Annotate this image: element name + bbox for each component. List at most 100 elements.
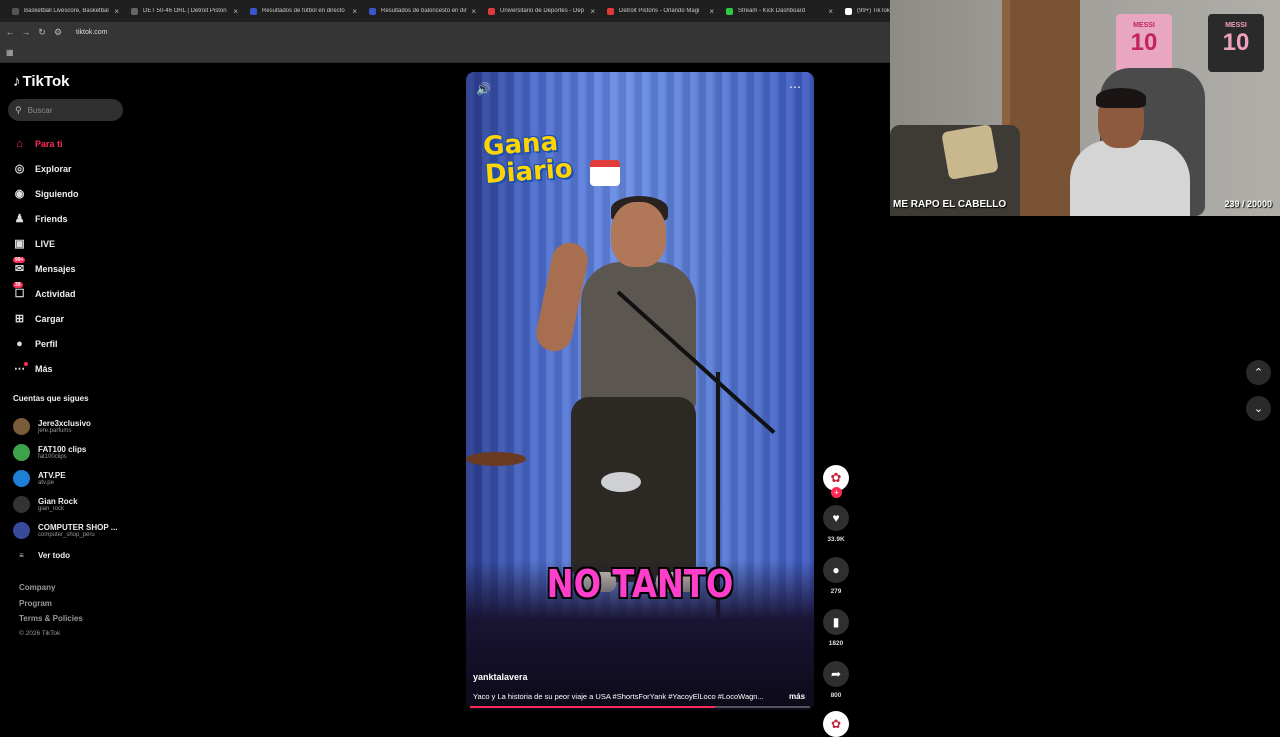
comment-count: 279 (830, 588, 842, 595)
nav-item[interactable]: ⌂ Para ti (12, 131, 127, 156)
tab-close-icon[interactable]: × (233, 7, 238, 16)
live-icon: ▣ (14, 238, 25, 250)
following-title: Cuentas que sigues (13, 394, 89, 403)
creator-avatar-icon: ✿ (830, 470, 842, 485)
nav-item[interactable]: ● Perfil (12, 331, 127, 356)
nav-item[interactable]: ☐ Actividad 39 (12, 281, 127, 306)
more-options-icon[interactable]: ⋯ (789, 80, 802, 94)
following-account[interactable]: ATV.PE atv.pe (13, 465, 128, 491)
creator-avatar[interactable]: ✿ + (823, 465, 849, 498)
volume-icon[interactable]: 🔊 (476, 82, 491, 96)
jersey-black: MESSI 10 (1208, 14, 1264, 72)
browser-tab[interactable]: Resultados de baloncesto en dir × (363, 1, 482, 21)
tab-close-icon[interactable]: × (709, 7, 714, 16)
apps-grid-icon[interactable]: ▦ (6, 48, 14, 57)
footer-link-program[interactable]: Program (19, 599, 83, 615)
chevron-up-icon: ⌃ (1253, 367, 1264, 379)
comment-icon[interactable]: ● (823, 557, 849, 583)
tab-close-icon[interactable]: × (828, 7, 833, 16)
footer-link-company[interactable]: Company (19, 583, 83, 599)
tab-close-icon[interactable]: × (352, 7, 357, 16)
browser-tab[interactable]: Stream - Kick Dashboard × (720, 1, 839, 21)
nav-item[interactable]: ✉ Mensajes 99+ (12, 256, 127, 281)
more-description-button[interactable]: más (789, 692, 805, 701)
browser-tab[interactable]: Basketball Livescore, Basketbal × (6, 1, 125, 21)
tab-title: Resultados de fútbol en directo (262, 8, 345, 14)
next-video-button[interactable]: ⌄ (1246, 396, 1271, 421)
account-handle: fat100clips (38, 453, 67, 460)
see-all-link[interactable]: ≡ Ver todo (13, 545, 128, 565)
following-account[interactable]: Gian Rock gian_rock (13, 491, 128, 517)
following-account[interactable]: Jere3xclusivo jere.parfums (13, 413, 128, 439)
nav-item[interactable]: ◉ Siguiendo (12, 181, 127, 206)
list-icon: ≡ (19, 550, 24, 560)
like-count: 33.9K (827, 536, 845, 543)
video-author[interactable]: yanktalavera (473, 672, 528, 682)
following-account[interactable]: FAT100 clips fat100clips (13, 439, 128, 465)
tab-title: Resultados de baloncesto en dir (381, 8, 467, 14)
heart-icon[interactable]: ♥ (823, 505, 849, 531)
back-icon[interactable]: ← (4, 27, 16, 37)
new-dot-indicator (24, 362, 28, 366)
tab-favicon-icon (488, 7, 495, 15)
share-action[interactable]: ➦ 800 (822, 661, 850, 699)
stream-title: ME RAPO EL CABELLO (893, 199, 1007, 210)
nav-item[interactable]: ⋯ Más (12, 356, 127, 381)
account-name: Jere3xclusivo (38, 418, 91, 428)
avatar (13, 469, 30, 487)
goal-counter: 239 / 20000 (1224, 199, 1272, 209)
video-description: Yaco y La historia de su peor viaje a US… (473, 692, 764, 701)
music-disc-icon[interactable]: ✿ (823, 711, 849, 737)
nav-item[interactable]: ▣ LIVE (12, 231, 127, 256)
browser-tab[interactable]: DET 50-46 ORL | Detroit Piston × (125, 1, 244, 21)
forward-icon[interactable]: → (20, 27, 32, 37)
jersey-black-number: 10 (1222, 29, 1250, 56)
nav-item[interactable]: ♟ Friends (12, 206, 127, 231)
share-icon[interactable]: ➦ (823, 661, 849, 687)
previous-video-button[interactable]: ⌃ (1246, 360, 1271, 385)
browser-tab[interactable]: Resultados de fútbol en directo × (244, 1, 363, 21)
tiktok-note-icon: ♪ (13, 73, 21, 90)
nav-item[interactable]: ⊞ Cargar (12, 306, 127, 331)
streamer-shirt (1070, 140, 1190, 216)
account-name: FAT100 clips (38, 444, 87, 454)
browser-tab[interactable]: (99+) TikTok (839, 1, 890, 21)
reload-icon[interactable]: ↻ (36, 27, 48, 38)
site-info-icon[interactable]: ⚙ (52, 27, 64, 38)
video-progress-bar[interactable] (470, 706, 810, 708)
activity-icon: ☐ (14, 288, 25, 300)
address-bar: ← → ↻ ⚙ tiktok.com (0, 22, 890, 42)
following-list: Jere3xclusivo jere.parfums FAT100 clips fat… (13, 413, 128, 565)
home-icon: ⌂ (16, 137, 23, 150)
footer-link-terms[interactable]: Terms & Policies (19, 614, 83, 630)
video-player[interactable]: Gana Diario NO TANTO 🔊 ⋯ yanktalavera Ya… (466, 72, 814, 710)
url-text[interactable]: tiktok.com (76, 29, 108, 36)
nav-item-label: Friends (35, 213, 68, 224)
tab-close-icon[interactable]: × (590, 7, 595, 16)
browser-tab[interactable]: Detroit Pistons - Orlando Magi × (601, 1, 720, 21)
avatar (13, 443, 30, 461)
main-nav: ⌂ Para ti ◎ Explorar ◉ Siguiendo ♟ Friends ▣ LIVE… (12, 131, 127, 381)
tab-favicon-icon (369, 7, 376, 15)
tab-close-icon[interactable]: × (114, 7, 119, 16)
follow-plus-icon[interactable]: + (831, 487, 842, 498)
tiktok-logo[interactable]: ♪ TikTok (13, 73, 69, 90)
search-input[interactable]: ⚲ Buscar (8, 99, 123, 121)
friends-icon: ♟ (14, 213, 25, 225)
save-action[interactable]: ▮ 1820 (822, 609, 850, 647)
logo-text: TikTok (22, 73, 70, 90)
tab-favicon-icon (607, 7, 614, 15)
tab-close-icon[interactable]: × (471, 7, 476, 16)
following-account[interactable]: COMPUTER SHOP ... computer_shop_peru (13, 517, 128, 543)
browser-tab[interactable]: Universitario de Deportes - Dep × (482, 1, 601, 21)
nav-item-label: Perfil (35, 338, 58, 349)
like-action[interactable]: ♥ 33.9K (822, 505, 850, 543)
account-handle: jere.parfums (38, 427, 72, 434)
comment-action[interactable]: ● 279 (822, 557, 850, 595)
nav-item[interactable]: ◎ Explorar (12, 156, 127, 181)
nav-item-label: Cargar (35, 313, 65, 324)
tab-favicon-icon (12, 7, 19, 15)
bookmark-icon[interactable]: ▮ (823, 609, 849, 635)
nav-item-label: Mensajes (35, 263, 76, 274)
message-icon: ✉ (14, 263, 25, 275)
